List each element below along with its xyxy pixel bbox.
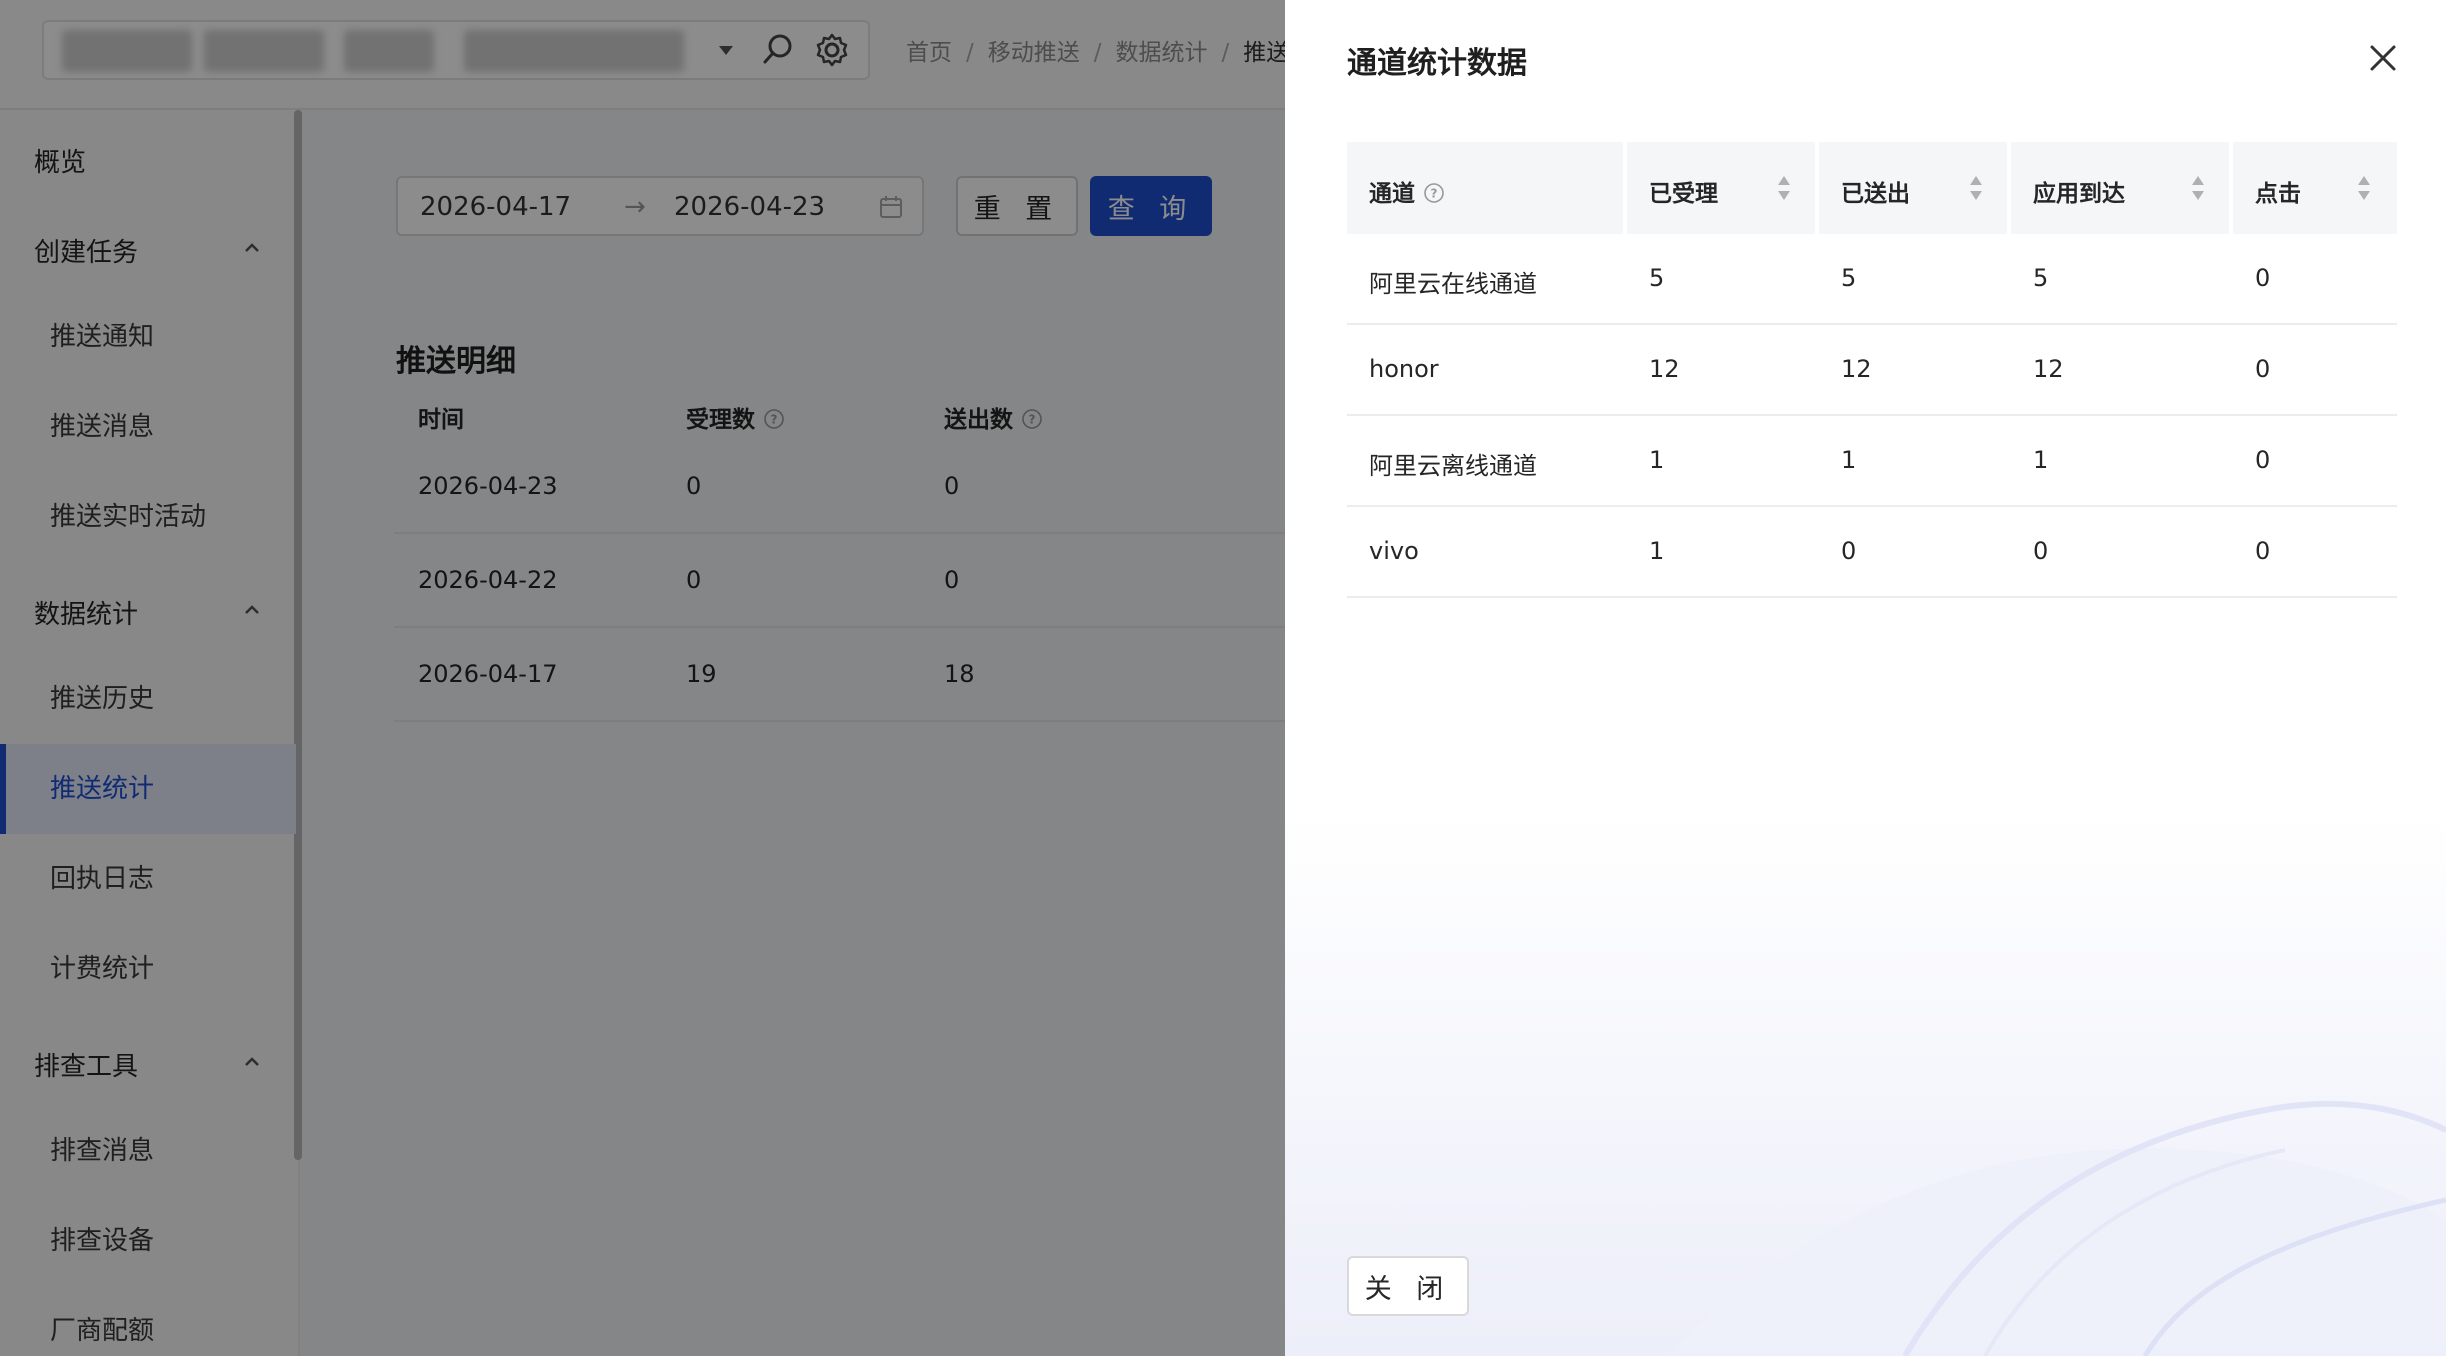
sort-icon[interactable]: [1967, 174, 1985, 202]
arrived-cell: 12: [2033, 355, 2064, 383]
column-header-accepted[interactable]: 已受理: [1627, 142, 1815, 234]
column-header-arrived[interactable]: 应用到达: [2011, 142, 2229, 234]
column-header-clicked[interactable]: 点击: [2233, 142, 2397, 234]
close-button[interactable]: 关 闭: [1347, 1256, 1469, 1316]
arrived-cell: 1: [2033, 446, 2049, 474]
sort-icon[interactable]: [1775, 174, 1793, 202]
arrived-cell: 5: [2033, 264, 2049, 292]
sent-cell: 0: [1841, 537, 1857, 565]
clicked-cell: 0: [2255, 537, 2271, 565]
accepted-cell: 12: [1649, 355, 1680, 383]
clicked-cell: 0: [2255, 355, 2271, 383]
clicked-cell: 0: [2255, 264, 2271, 292]
help-icon[interactable]: ?: [1423, 182, 1445, 204]
column-header-sent[interactable]: 已送出: [1819, 142, 2007, 234]
channel-stats-drawer: 通道统计数据 通道? 已受理 已送出 应用到达 点击 阿里云在线通道 5 5 5: [1285, 0, 2446, 1356]
sort-icon[interactable]: [2355, 174, 2373, 202]
sent-cell: 1: [1841, 446, 1857, 474]
sent-cell: 5: [1841, 264, 1857, 292]
channel-cell: 阿里云在线通道: [1369, 270, 1537, 298]
accepted-cell: 5: [1649, 264, 1665, 292]
channel-cell: honor: [1369, 355, 1439, 383]
accepted-cell: 1: [1649, 446, 1665, 474]
drawer-title: 通道统计数据: [1347, 46, 1527, 81]
close-icon[interactable]: [2363, 38, 2403, 78]
table-row: vivo 1 0 0 0: [1347, 507, 2397, 598]
accepted-cell: 1: [1649, 537, 1665, 565]
arrived-cell: 0: [2033, 537, 2049, 565]
column-header-channel: 通道?: [1347, 142, 1623, 234]
table-row: 阿里云在线通道 5 5 5 0: [1347, 234, 2397, 325]
clicked-cell: 0: [2255, 446, 2271, 474]
sent-cell: 12: [1841, 355, 1872, 383]
table-row: 阿里云离线通道 1 1 1 0: [1347, 416, 2397, 507]
channel-cell: vivo: [1369, 537, 1419, 565]
channel-cell: 阿里云离线通道: [1369, 452, 1537, 480]
table-row: honor 12 12 12 0: [1347, 325, 2397, 416]
sort-icon[interactable]: [2189, 174, 2207, 202]
svg-text:?: ?: [1431, 187, 1438, 201]
